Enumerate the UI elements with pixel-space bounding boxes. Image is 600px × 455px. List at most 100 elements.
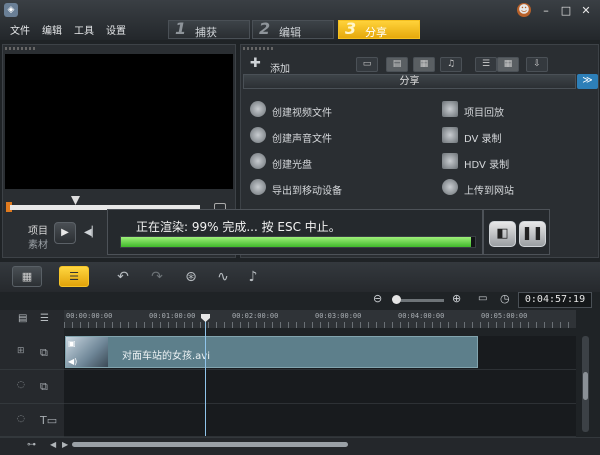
menu-tools[interactable]: 工具 xyxy=(74,22,94,37)
fit-to-window-icon[interactable]: ▭ xyxy=(478,293,487,304)
clip-video-icon: ▣ xyxy=(68,339,76,348)
share-create-video-label: 创建视频文件 xyxy=(272,108,332,119)
track-visibility-icon[interactable]: ◌ xyxy=(17,414,25,424)
redo-icon[interactable]: ↷ xyxy=(148,268,166,286)
timeline-zoom-icon[interactable]: ⊶ xyxy=(27,440,36,450)
pause-render-button[interactable]: ❚❚ xyxy=(519,221,546,247)
share-project-playback[interactable]: 项目回放 xyxy=(442,101,582,119)
globe-icon xyxy=(442,179,458,195)
zoom-in-icon[interactable]: ⊕ xyxy=(452,292,461,305)
share-create-disc-label: 创建光盘 xyxy=(272,160,312,171)
prev-frame-icon[interactable]: ◀▏ xyxy=(84,227,99,238)
tab-share-number: 3 xyxy=(345,19,357,38)
share-hdv-record[interactable]: HDV 录制 xyxy=(442,153,582,171)
tab-share[interactable]: 3 分享 xyxy=(338,19,420,39)
close-button[interactable]: ✕ xyxy=(578,3,594,18)
help-icon[interactable]: ☻ xyxy=(517,3,531,17)
menu-edit[interactable]: 编辑 xyxy=(42,22,62,37)
share-create-disc[interactable]: 创建光盘 xyxy=(250,153,410,171)
zoom-slider[interactable] xyxy=(394,299,444,302)
record-capture-icon[interactable]: ⊛ xyxy=(182,268,200,286)
collapse-panel-button[interactable]: ≫ xyxy=(577,74,598,89)
overlay-track-header: ◌ ⧉ xyxy=(0,370,64,404)
render-preview-button[interactable]: ◧ xyxy=(489,221,516,247)
overlay-track-icon: ⧉ xyxy=(40,380,48,393)
tab-capture-label: 捕获 xyxy=(195,26,217,39)
tab-edit-label: 编辑 xyxy=(279,26,301,39)
title-track-icon: T▭ xyxy=(40,414,58,427)
share-export-mobile[interactable]: 导出到移动设备 xyxy=(250,179,410,197)
list-view-icon[interactable]: ☰ xyxy=(475,57,497,72)
app-logo-icon: ◈ xyxy=(4,3,18,17)
sort-icon[interactable]: ⇩ xyxy=(526,57,548,72)
hdv-camera-icon xyxy=(442,153,458,169)
share-upload-web[interactable]: 上传到网站 xyxy=(442,179,582,197)
tab-edit-number: 2 xyxy=(259,19,271,38)
playback-icon xyxy=(442,101,458,117)
video-track-header: ⊞ ⧉ xyxy=(0,336,64,370)
ruler-label: 00:05:00:00 xyxy=(481,312,528,320)
clip-mode-label[interactable]: 素材 xyxy=(28,236,48,251)
audio-mixer-icon[interactable]: ∿ xyxy=(214,268,232,286)
ruler-label: 00:04:00:00 xyxy=(398,312,445,320)
zoom-slider-handle[interactable] xyxy=(392,295,401,304)
ruler-label: 00:02:00:00 xyxy=(232,312,279,320)
share-header: 分享 xyxy=(243,74,576,89)
render-status-text: 正在渲染: 99% 完成... 按 ESC 中止。 xyxy=(136,220,341,234)
grid-view-icon[interactable]: ▦ xyxy=(497,57,519,72)
vertical-scrollbar-thumb[interactable] xyxy=(583,372,588,400)
timeline-toolbar xyxy=(0,262,600,292)
ruler-ticks xyxy=(64,322,576,328)
horizontal-scrollbar-thumb[interactable] xyxy=(72,442,348,447)
dv-camera-icon xyxy=(442,127,458,143)
play-button[interactable]: ▶ xyxy=(54,222,76,244)
share-create-audio[interactable]: 创建声音文件 xyxy=(250,127,410,145)
storyboard-view-icon[interactable]: ▦ xyxy=(12,266,42,287)
auto-music-icon[interactable]: ♪ xyxy=(244,268,262,286)
add-label[interactable]: 添加 xyxy=(270,60,290,75)
share-export-mobile-label: 导出到移动设备 xyxy=(272,186,342,197)
track-lock-icon[interactable]: ⊞ xyxy=(17,346,25,356)
timeline-view-icon[interactable]: ☰ xyxy=(59,266,89,287)
track-visibility-icon[interactable]: ◌ xyxy=(17,380,25,390)
mobile-device-icon xyxy=(250,179,266,195)
preview-screen xyxy=(5,54,233,189)
video-filter-icon[interactable]: ▤ xyxy=(386,57,408,72)
add-icon[interactable]: ✚ xyxy=(250,57,261,70)
image-filter-icon[interactable]: ▦ xyxy=(413,57,435,72)
share-hdv-record-label: HDV 录制 xyxy=(464,160,510,171)
minimize-button[interactable]: – xyxy=(538,3,554,18)
share-create-video[interactable]: 创建视频文件 xyxy=(250,101,410,119)
share-project-playback-label: 项目回放 xyxy=(464,108,504,119)
zoom-out-icon[interactable]: ⊖ xyxy=(373,292,382,305)
playhead-line xyxy=(205,318,206,436)
chapter-menu-icon[interactable]: ☰ xyxy=(40,313,49,324)
maximize-button[interactable]: □ xyxy=(558,3,574,18)
audio-filter-icon[interactable]: ♫ xyxy=(440,57,462,72)
panel-grip xyxy=(5,47,35,50)
ruler-label: 00:01:00:00 xyxy=(149,312,196,320)
project-mode-label[interactable]: 项目 xyxy=(28,222,48,237)
share-create-audio-label: 创建声音文件 xyxy=(272,134,332,145)
track-manager-icon[interactable]: ▤ xyxy=(18,313,27,324)
folder-icon[interactable]: ▭ xyxy=(356,57,378,72)
scroll-left-icon[interactable]: ◀ xyxy=(50,440,56,449)
overlay-track[interactable] xyxy=(64,370,576,404)
undo-icon[interactable]: ↶ xyxy=(114,268,132,286)
title-track-header: ◌ T▭ xyxy=(0,404,64,437)
render-progress-fill xyxy=(121,237,472,247)
tab-share-label: 分享 xyxy=(365,26,387,39)
tab-edit[interactable]: 2 编辑 xyxy=(252,19,334,39)
menu-file[interactable]: 文件 xyxy=(10,22,30,37)
tab-capture-number: 1 xyxy=(175,19,187,38)
tab-capture[interactable]: 1 捕获 xyxy=(168,19,250,39)
share-upload-web-label: 上传到网站 xyxy=(464,186,514,197)
clip-name: 对面车站的女孩.avi xyxy=(122,351,211,362)
share-dv-record[interactable]: DV 录制 xyxy=(442,127,582,145)
film-reel-icon xyxy=(250,101,266,117)
video-clip[interactable]: ▣ ◀) 对面车站的女孩.avi xyxy=(65,336,478,368)
scroll-right-icon[interactable]: ▶ xyxy=(62,440,68,449)
title-track[interactable] xyxy=(64,404,576,437)
menu-settings[interactable]: 设置 xyxy=(106,22,126,37)
timecode-display[interactable]: 0:04:57:19 xyxy=(518,292,592,308)
